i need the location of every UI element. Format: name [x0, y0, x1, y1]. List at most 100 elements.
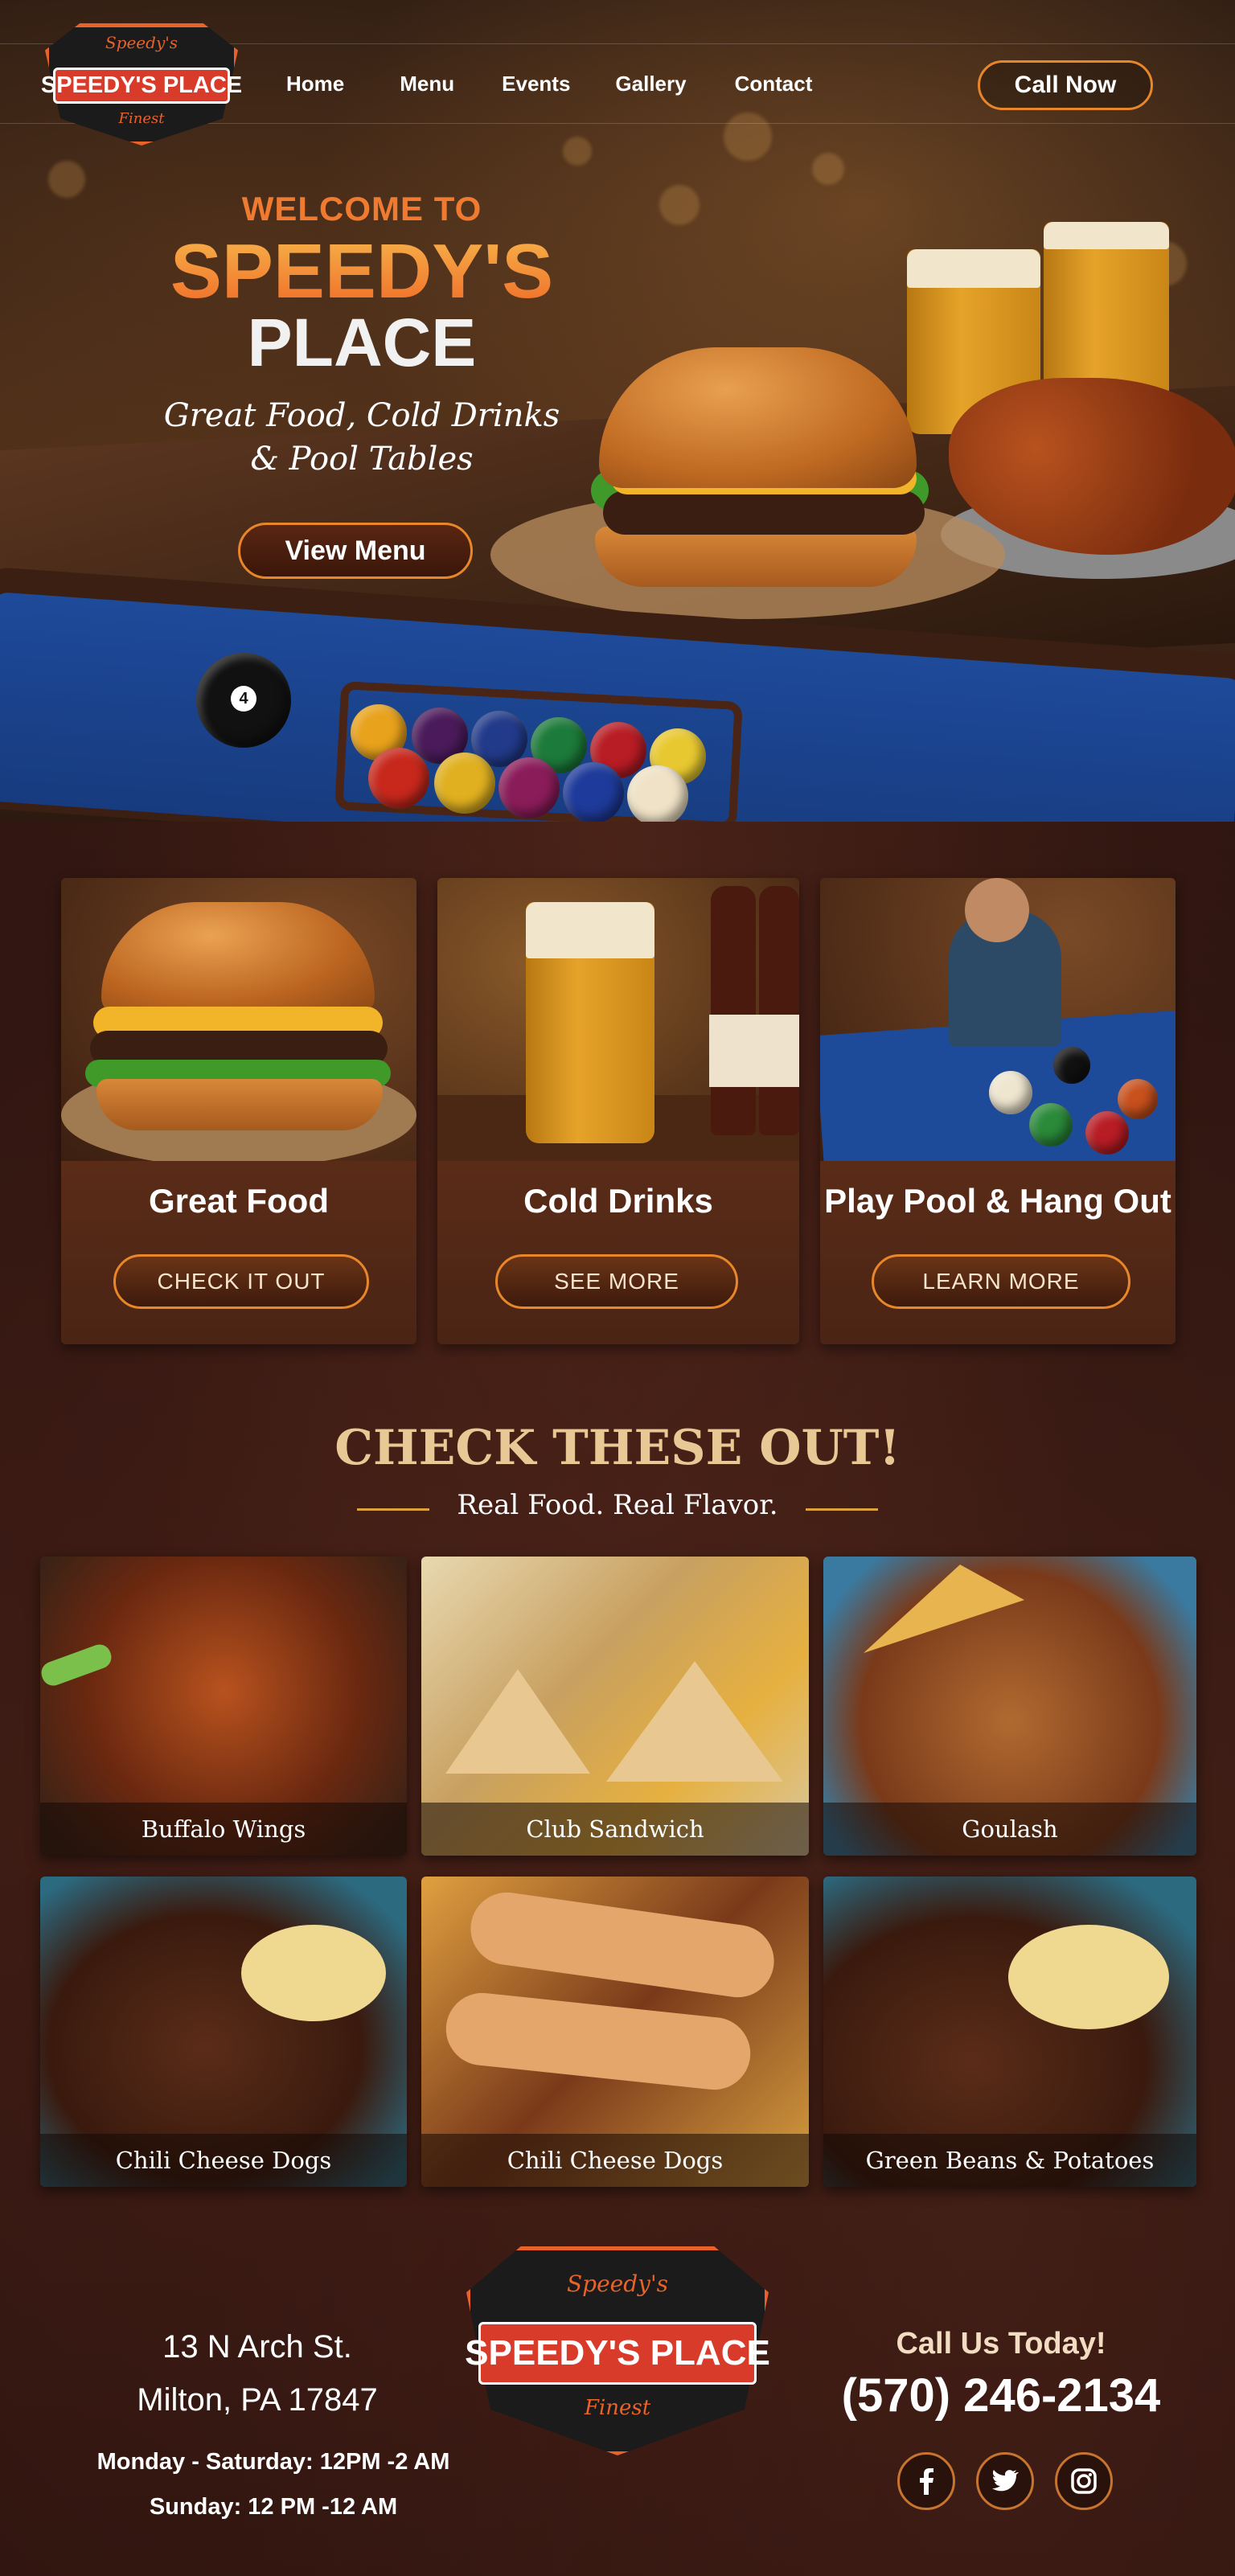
- sandwich-wedge: [606, 1661, 783, 1782]
- address-line2: Milton, PA 17847: [137, 2382, 378, 2418]
- check-it-out-button[interactable]: CHECK IT OUT: [113, 1254, 369, 1309]
- pool-ball: [563, 762, 624, 822]
- call-us-today: Call Us Today!: [896, 2327, 1106, 2361]
- feature-card-drinks[interactable]: Cold Drinks SEE MORE: [437, 878, 799, 1344]
- facebook-icon[interactable]: [897, 2452, 955, 2510]
- food-caption: Chili Cheese Dogs: [421, 2134, 809, 2187]
- logo-script-bottom: Finest: [118, 110, 165, 127]
- pool-ball: [368, 748, 429, 809]
- top-nav: Speedy's SPEEDY'S PLACE Finest Home Menu…: [0, 23, 1235, 146]
- nav-links: Home Menu Events Gallery Contact: [286, 72, 862, 96]
- bokeh-light: [563, 137, 592, 166]
- page: 4 Speedy's SPEEDY'S PLACE Finest Home Me…: [0, 0, 1235, 2576]
- footer-logo[interactable]: Speedy's SPEEDY'S PLACE Finest: [465, 2246, 770, 2455]
- bokeh-light: [48, 161, 85, 198]
- instagram-icon[interactable]: [1055, 2452, 1113, 2510]
- pool-ball: [434, 753, 495, 814]
- food-card-chili-cheese-dogs-2[interactable]: Chili Cheese Dogs: [421, 1877, 809, 2187]
- call-now-button[interactable]: Call Now: [978, 60, 1153, 110]
- phone-number[interactable]: (570) 246-2134: [804, 2369, 1198, 2422]
- feature-card-food[interactable]: Great Food CHECK IT OUT: [61, 878, 416, 1344]
- food-card-chili-cheese-dogs-1[interactable]: Chili Cheese Dogs: [40, 1877, 407, 2187]
- bokeh-light: [659, 185, 700, 225]
- address-line1: 13 N Arch St.: [162, 2329, 352, 2365]
- food-card-buffalo-wings[interactable]: Buffalo Wings: [40, 1557, 407, 1856]
- sandwich-wedge: [445, 1669, 590, 1774]
- speedys-place-logo[interactable]: Speedy's SPEEDY'S PLACE Finest: [41, 23, 242, 146]
- beer-foam: [907, 249, 1040, 288]
- facebook-glyph: [920, 2468, 933, 2495]
- logo-banner: SPEEDY'S PLACE: [465, 2321, 770, 2385]
- burger-bun-bottom: [595, 527, 917, 587]
- hotdog-bun: [466, 1887, 779, 2003]
- pool-ball: [1085, 1111, 1129, 1155]
- tagline-line2: & Pool Tables: [250, 441, 474, 478]
- food-card-green-beans-potatoes[interactable]: Green Beans & Potatoes: [823, 1877, 1196, 2187]
- feature-card-pool[interactable]: Play Pool & Hang Out LEARN MORE: [820, 878, 1176, 1344]
- pool-ball: [499, 757, 560, 818]
- section-subtitle: Real Food. Real Flavor.: [457, 1489, 778, 1521]
- celery: [40, 1641, 115, 1689]
- food-card-club-sandwich[interactable]: Club Sandwich: [421, 1557, 809, 1856]
- nav-home[interactable]: Home: [286, 72, 344, 96]
- burger-bun-top: [101, 902, 375, 1015]
- food-caption: Club Sandwich: [421, 1803, 809, 1856]
- cue-ball: [989, 1071, 1032, 1114]
- logo-name: SPEEDY'S PLACE: [465, 2332, 770, 2373]
- instagram-glyph: [1071, 2468, 1097, 2494]
- pool-ball: [1053, 1047, 1090, 1084]
- logo-script-top: Speedy's: [566, 2270, 669, 2297]
- logo-script-top: Speedy's: [105, 33, 178, 52]
- address: 13 N Arch St. Milton, PA 17847: [48, 2320, 466, 2426]
- opening-hours: Monday - Saturday: 12PM -2 AM Sunday: 12…: [48, 2439, 499, 2529]
- food-card-goulash[interactable]: Goulash: [823, 1557, 1196, 1856]
- ball-number: 4: [231, 686, 256, 712]
- subtitle-rule-right: [806, 1508, 878, 1511]
- food-caption: Goulash: [823, 1803, 1196, 1856]
- learn-more-button[interactable]: LEARN MORE: [872, 1254, 1130, 1309]
- burger-patty: [603, 490, 925, 535]
- welcome-text: WELCOME TO: [241, 190, 482, 228]
- food-caption: Green Beans & Potatoes: [823, 2134, 1196, 2187]
- pool-ball: [627, 765, 688, 822]
- beer-bottle: [711, 886, 756, 1135]
- feature-label: Cold Drinks: [523, 1182, 713, 1220]
- beer-foam: [1044, 222, 1169, 249]
- hero-section: 4 Speedy's SPEEDY'S PLACE Finest Home Me…: [0, 0, 1235, 822]
- beer-mug: [526, 902, 654, 1143]
- hero-title-line1: SPEEDY'S: [121, 233, 603, 310]
- twitter-glyph: [992, 2470, 1019, 2492]
- pool-ball: [1118, 1079, 1158, 1119]
- hotdog-bun: [442, 1989, 754, 2094]
- logo-name: SPEEDY'S PLACE: [40, 72, 243, 99]
- nav-events[interactable]: Events: [502, 72, 570, 96]
- pool-ball-four: 4: [196, 653, 291, 748]
- mashed-potatoes: [241, 1925, 386, 2021]
- nav-gallery[interactable]: Gallery: [615, 72, 686, 96]
- hero-title-line2: PLACE: [247, 305, 477, 380]
- feature-label: Play Pool & Hang Out: [824, 1182, 1171, 1220]
- logo-script-bottom: Finest: [584, 2396, 651, 2420]
- mashed-potatoes: [1008, 1925, 1169, 2029]
- see-more-button[interactable]: SEE MORE: [495, 1254, 738, 1309]
- food-image: [61, 878, 416, 1161]
- feature-label: Great Food: [148, 1182, 329, 1220]
- twitter-icon[interactable]: [976, 2452, 1034, 2510]
- nav-contact[interactable]: Contact: [735, 72, 813, 96]
- logo-banner: SPEEDY'S PLACE: [41, 67, 242, 105]
- burger-bun-bottom: [96, 1079, 383, 1130]
- beer-foam: [526, 902, 654, 958]
- tagline-line1: Great Food, Cold Drinks: [163, 397, 560, 434]
- bottle-label: [757, 1015, 799, 1087]
- view-menu-button[interactable]: View Menu: [238, 523, 473, 579]
- hours-line1: Monday - Saturday: 12PM -2 AM: [96, 2449, 450, 2475]
- food-caption: Buffalo Wings: [40, 1803, 407, 1856]
- pool-ball: [1029, 1103, 1073, 1146]
- player-head: [965, 878, 1029, 942]
- bottle-label: [709, 1015, 757, 1087]
- beer-bottle: [759, 886, 799, 1135]
- nav-menu[interactable]: Menu: [400, 72, 454, 96]
- section-title: CHECK THESE OUT!: [334, 1420, 901, 1476]
- hours-line2: Sunday: 12 PM -12 AM: [149, 2494, 398, 2520]
- burger-bun-top: [599, 347, 917, 488]
